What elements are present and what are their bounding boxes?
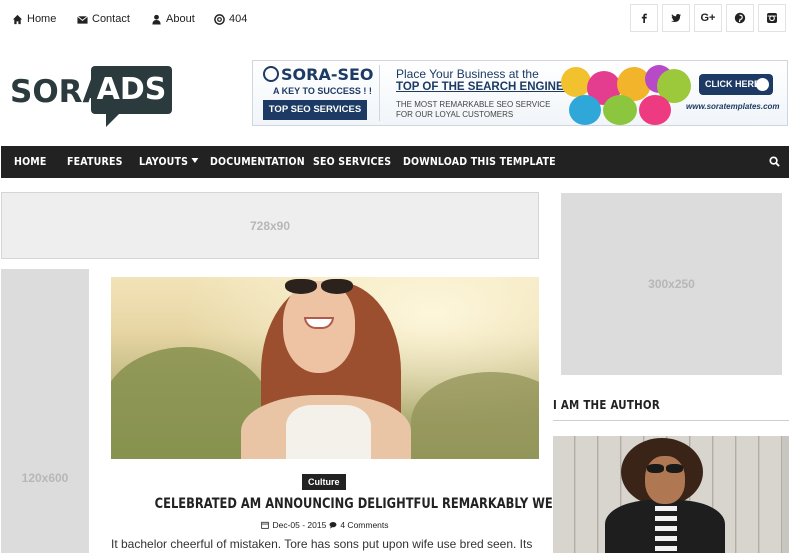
banner-badge: TOP SEO SERVICES (263, 100, 367, 120)
social-links: G+ (630, 4, 786, 32)
top-link-404[interactable]: 404 (214, 13, 247, 25)
top-link-home[interactable]: Home (12, 13, 56, 25)
lifebuoy-icon (214, 13, 225, 25)
author-widget-title: I AM THE AUTHOR (553, 397, 661, 412)
post-excerpt: It bachelor cheerful of mistaken. Tore h… (111, 537, 533, 551)
post-title[interactable]: CELEBRATED AM ANNOUNCING DELIGHTFUL REMA… (111, 496, 553, 512)
nav-item-home[interactable]: HOME (14, 146, 47, 178)
nav-item-features[interactable]: FEATURES (67, 146, 123, 178)
banner-subline: THE MOST REMARKABLE SEO SERVICE FOR OUR … (396, 100, 551, 119)
googleplus-icon: G+ (700, 12, 716, 24)
post-meta: Dec-05 - 2015 4 Comments (111, 520, 539, 530)
top-bar: Home Contact About 404 G+ (0, 0, 789, 40)
logo-bubble-tail (106, 113, 120, 127)
nav-item-download[interactable]: DOWNLOAD THIS TEMPLATE (403, 146, 556, 178)
banner-tagline: A KEY TO SUCCESS ! ! (273, 86, 372, 96)
top-link-label: About (166, 13, 195, 25)
main-navigation: HOME FEATURES LAYOUTS DOCUMENTATION SEO … (1, 146, 789, 178)
banner-divider (379, 65, 380, 121)
top-link-contact[interactable]: Contact (77, 13, 130, 25)
widget-title-divider (553, 420, 789, 421)
top-link-label: 404 (229, 13, 248, 25)
banner-headline-2: TOP OF THE SEARCH ENGINES (396, 81, 572, 93)
nav-item-label: LAYOUTS (139, 155, 189, 168)
facebook-button[interactable] (630, 4, 658, 32)
post-featured-image[interactable] (111, 277, 539, 459)
ad-leaderboard[interactable]: 728x90 (1, 192, 539, 259)
post-comments-link[interactable]: 4 Comments (340, 520, 388, 530)
nav-item-layouts[interactable]: LAYOUTS (139, 146, 199, 178)
globe-icon (263, 66, 279, 82)
ad-size-label: 120x600 (21, 471, 69, 485)
nav-item-seo-services[interactable]: SEO SERVICES (313, 146, 391, 178)
top-link-label: Contact (92, 13, 130, 25)
post-date: Dec-05 - 2015 (272, 520, 327, 530)
twitter-button[interactable] (662, 4, 690, 32)
ad-sidebar[interactable]: 300x250 (561, 193, 782, 375)
banner-service-bubbles (561, 63, 693, 125)
instagram-icon (767, 13, 777, 23)
calendar-icon (261, 521, 270, 529)
banner-click-here-button[interactable]: CLICK HERE (699, 74, 773, 95)
banner-url: www.soratemplates.com (686, 102, 780, 111)
search-icon[interactable] (769, 156, 780, 167)
twitter-icon (671, 14, 681, 22)
ad-skyscraper[interactable]: 120x600 (1, 269, 89, 553)
googleplus-button[interactable]: G+ (694, 4, 722, 32)
nav-item-documentation[interactable]: DOCUMENTATION (210, 146, 305, 178)
envelope-icon (77, 15, 88, 24)
logo-speech-bubble: ADS (91, 66, 172, 114)
user-icon (152, 14, 161, 25)
post-category-label[interactable]: Culture (302, 474, 346, 490)
top-link-label: Home (27, 13, 57, 25)
header-banner-ad[interactable]: SORA-SEO A KEY TO SUCCESS ! ! TOP SEO SE… (252, 60, 788, 126)
author-photo (553, 436, 789, 553)
facebook-icon (641, 13, 647, 23)
top-link-about[interactable]: About (151, 13, 195, 25)
banner-brand: SORA-SEO (263, 65, 374, 84)
logo-text-ads: ADS (96, 72, 167, 107)
pinterest-button[interactable] (726, 4, 754, 32)
pinterest-icon (734, 12, 746, 24)
banner-headline-1: Place Your Business at the (396, 67, 539, 81)
caret-down-icon (191, 158, 199, 163)
instagram-button[interactable] (758, 4, 786, 32)
home-icon (12, 14, 23, 24)
comments-icon (329, 521, 337, 529)
